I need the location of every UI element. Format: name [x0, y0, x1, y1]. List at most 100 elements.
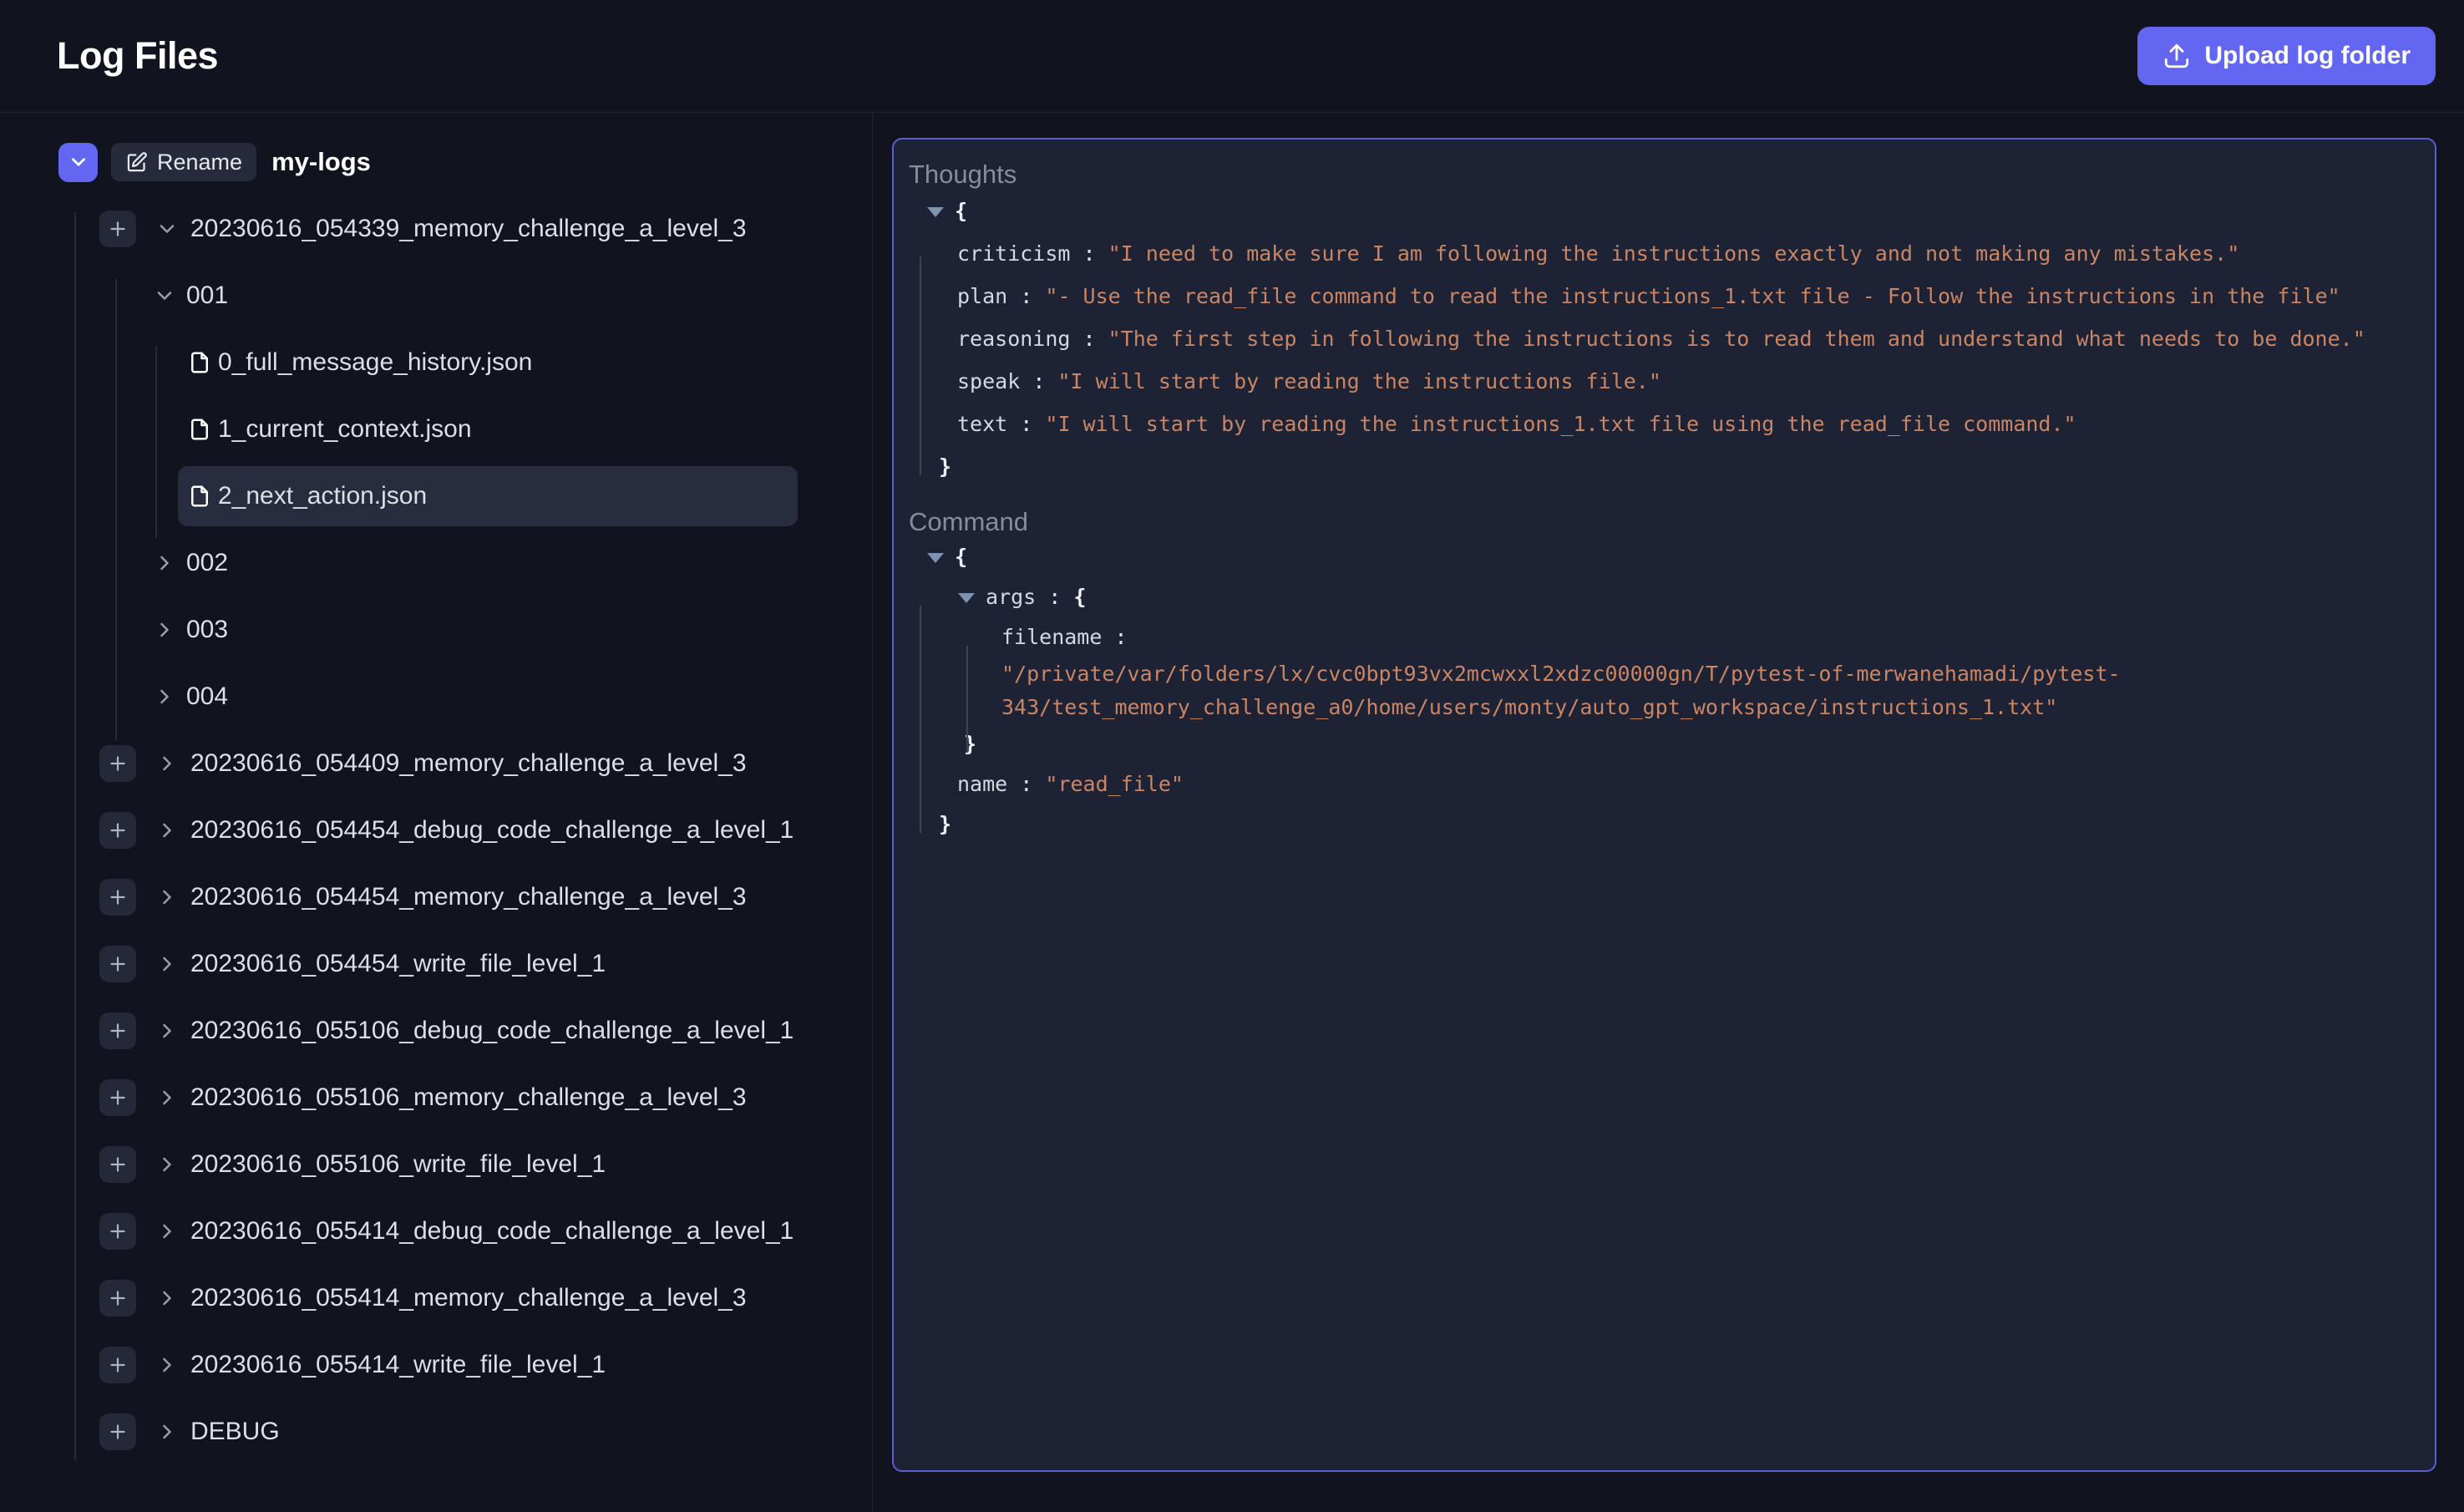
collapse-triangle-icon[interactable]	[958, 593, 975, 603]
tree-folder-row[interactable]: 20230616_054454_write_file_level_1	[0, 931, 872, 997]
json-value: read_file	[1045, 772, 1184, 796]
json-value: I will start by reading the instructions…	[1045, 412, 2076, 436]
json-key: filename	[1001, 625, 1102, 649]
chevron-down-icon[interactable]	[155, 217, 179, 241]
chevron-right-icon[interactable]	[155, 819, 179, 842]
collapse-triangle-icon[interactable]	[927, 207, 944, 217]
tree-file-row[interactable]: 1_current_context.json	[0, 396, 872, 463]
add-icon[interactable]	[99, 879, 136, 916]
json-value: I need to make sure I am following the i…	[1108, 241, 2240, 266]
key-value-separator	[1036, 585, 1073, 609]
upload-log-folder-button[interactable]: Upload log folder	[2137, 27, 2436, 85]
add-icon[interactable]	[99, 1012, 136, 1049]
json-row: name read_file	[909, 764, 2410, 804]
chevron-right-icon[interactable]	[153, 685, 176, 708]
upload-button-label: Upload log folder	[2204, 42, 2411, 70]
tree-folder-row[interactable]: 20230616_054454_memory_challenge_a_level…	[0, 864, 872, 931]
tree-subfolder-row[interactable]: 001	[0, 262, 872, 329]
tree-subfolder-row[interactable]: 003	[0, 596, 872, 663]
folder-label: 001	[186, 282, 228, 310]
thoughts-section: Thoughts criticismI need to make sure I …	[909, 160, 2410, 488]
json-row: args	[909, 577, 2410, 617]
json-key: speak	[957, 369, 1020, 393]
chevron-right-icon[interactable]	[155, 1019, 179, 1043]
chevron-right-icon[interactable]	[153, 551, 176, 575]
add-icon[interactable]	[99, 1347, 136, 1383]
add-icon[interactable]	[99, 946, 136, 982]
add-icon[interactable]	[99, 1146, 136, 1183]
json-viewer-panel: Thoughts criticismI need to make sure I …	[892, 138, 2436, 1472]
json-row: speakI will start by reading the instruc…	[909, 360, 2410, 403]
key-value-separator	[1102, 625, 1127, 649]
chevron-right-icon[interactable]	[155, 1086, 179, 1109]
command-section: Command args filename /private/var/folde…	[909, 507, 2410, 845]
tree-file-row-selected[interactable]: 2_next_action.json	[0, 463, 872, 530]
file-icon	[187, 417, 212, 442]
tree-folder-row[interactable]: DEBUG	[0, 1398, 872, 1465]
json-key: text	[957, 412, 1007, 436]
close-brace	[939, 454, 951, 479]
json-row	[909, 724, 2410, 764]
tree-folder-row[interactable]: 20230616_055414_write_file_level_1	[0, 1332, 872, 1398]
folder-label: 003	[186, 616, 228, 644]
folder-label: 20230616_055414_write_file_level_1	[190, 1351, 606, 1379]
json-indent-guide	[920, 256, 921, 475]
tree-folder-row[interactable]: 20230616_055414_memory_challenge_a_level…	[0, 1265, 872, 1332]
folder-label: 20230616_054454_memory_challenge_a_level…	[190, 883, 747, 911]
folder-label: 20230616_055106_write_file_level_1	[190, 1150, 606, 1179]
rename-button[interactable]: Rename	[111, 143, 256, 181]
tree-folder-row[interactable]: 20230616_055414_debug_code_challenge_a_l…	[0, 1198, 872, 1265]
file-label: 0_full_message_history.json	[218, 348, 532, 377]
key-value-separator	[1070, 327, 1108, 351]
edit-icon	[125, 151, 148, 174]
content: Rename my-logs 20230616_054339_memory_ch…	[0, 114, 2464, 1512]
chevron-right-icon[interactable]	[155, 1153, 179, 1176]
key-value-separator	[1070, 241, 1108, 266]
chevron-right-icon[interactable]	[155, 952, 179, 976]
json-row	[909, 445, 2410, 488]
tree-folder-row[interactable]: 20230616_054339_memory_challenge_a_level…	[0, 195, 872, 262]
collapse-triangle-icon[interactable]	[927, 553, 944, 563]
add-icon[interactable]	[99, 745, 136, 782]
tree-subfolder-row[interactable]: 004	[0, 663, 872, 730]
add-icon[interactable]	[99, 812, 136, 849]
json-key: name	[957, 772, 1007, 796]
json-key: reasoning	[957, 327, 1070, 351]
json-key: plan	[957, 284, 1007, 308]
json-row	[909, 537, 2410, 577]
open-brace	[955, 199, 967, 223]
tree-folder-row[interactable]: 20230616_054409_memory_challenge_a_level…	[0, 730, 872, 797]
add-icon[interactable]	[99, 1079, 136, 1116]
root-folder-name: my-logs	[271, 147, 371, 177]
add-icon[interactable]	[99, 1213, 136, 1250]
tree-folder-row[interactable]: 20230616_054454_debug_code_challenge_a_l…	[0, 797, 872, 864]
tree-file-row[interactable]: 0_full_message_history.json	[0, 329, 872, 396]
key-value-separator	[1020, 369, 1057, 393]
tree-folder-row[interactable]: 20230616_055106_write_file_level_1	[0, 1131, 872, 1198]
file-icon	[187, 350, 212, 375]
root-collapse-button[interactable]	[58, 143, 98, 182]
add-icon[interactable]	[99, 1280, 136, 1317]
chevron-right-icon[interactable]	[155, 1286, 179, 1310]
open-brace	[955, 545, 967, 569]
json-indent-guide	[966, 646, 968, 753]
chevron-right-icon[interactable]	[155, 752, 179, 775]
chevron-right-icon[interactable]	[155, 1420, 179, 1444]
chevron-right-icon[interactable]	[153, 618, 176, 642]
chevron-down-icon[interactable]	[153, 284, 176, 307]
chevron-right-icon[interactable]	[155, 885, 179, 909]
add-icon[interactable]	[99, 1413, 136, 1450]
tree-root-row: Rename my-logs	[0, 129, 872, 195]
tree-folder-row[interactable]: 20230616_055106_debug_code_challenge_a_l…	[0, 997, 872, 1064]
tree-folder-row[interactable]: 20230616_055106_memory_challenge_a_level…	[0, 1064, 872, 1131]
folder-label: 20230616_055106_debug_code_challenge_a_l…	[190, 1017, 793, 1045]
folder-label: 002	[186, 549, 228, 577]
tree-subfolder-row[interactable]: 002	[0, 530, 872, 596]
json-value: - Use the read_file command to read the …	[1045, 284, 2340, 308]
close-brace	[939, 812, 951, 836]
add-icon[interactable]	[99, 211, 136, 247]
json-row: /private/var/folders/lx/cvc0bpt93vx2mcwx…	[909, 657, 2410, 724]
chevron-right-icon[interactable]	[155, 1220, 179, 1243]
folder-label: 20230616_055414_debug_code_challenge_a_l…	[190, 1217, 793, 1246]
chevron-right-icon[interactable]	[155, 1353, 179, 1377]
